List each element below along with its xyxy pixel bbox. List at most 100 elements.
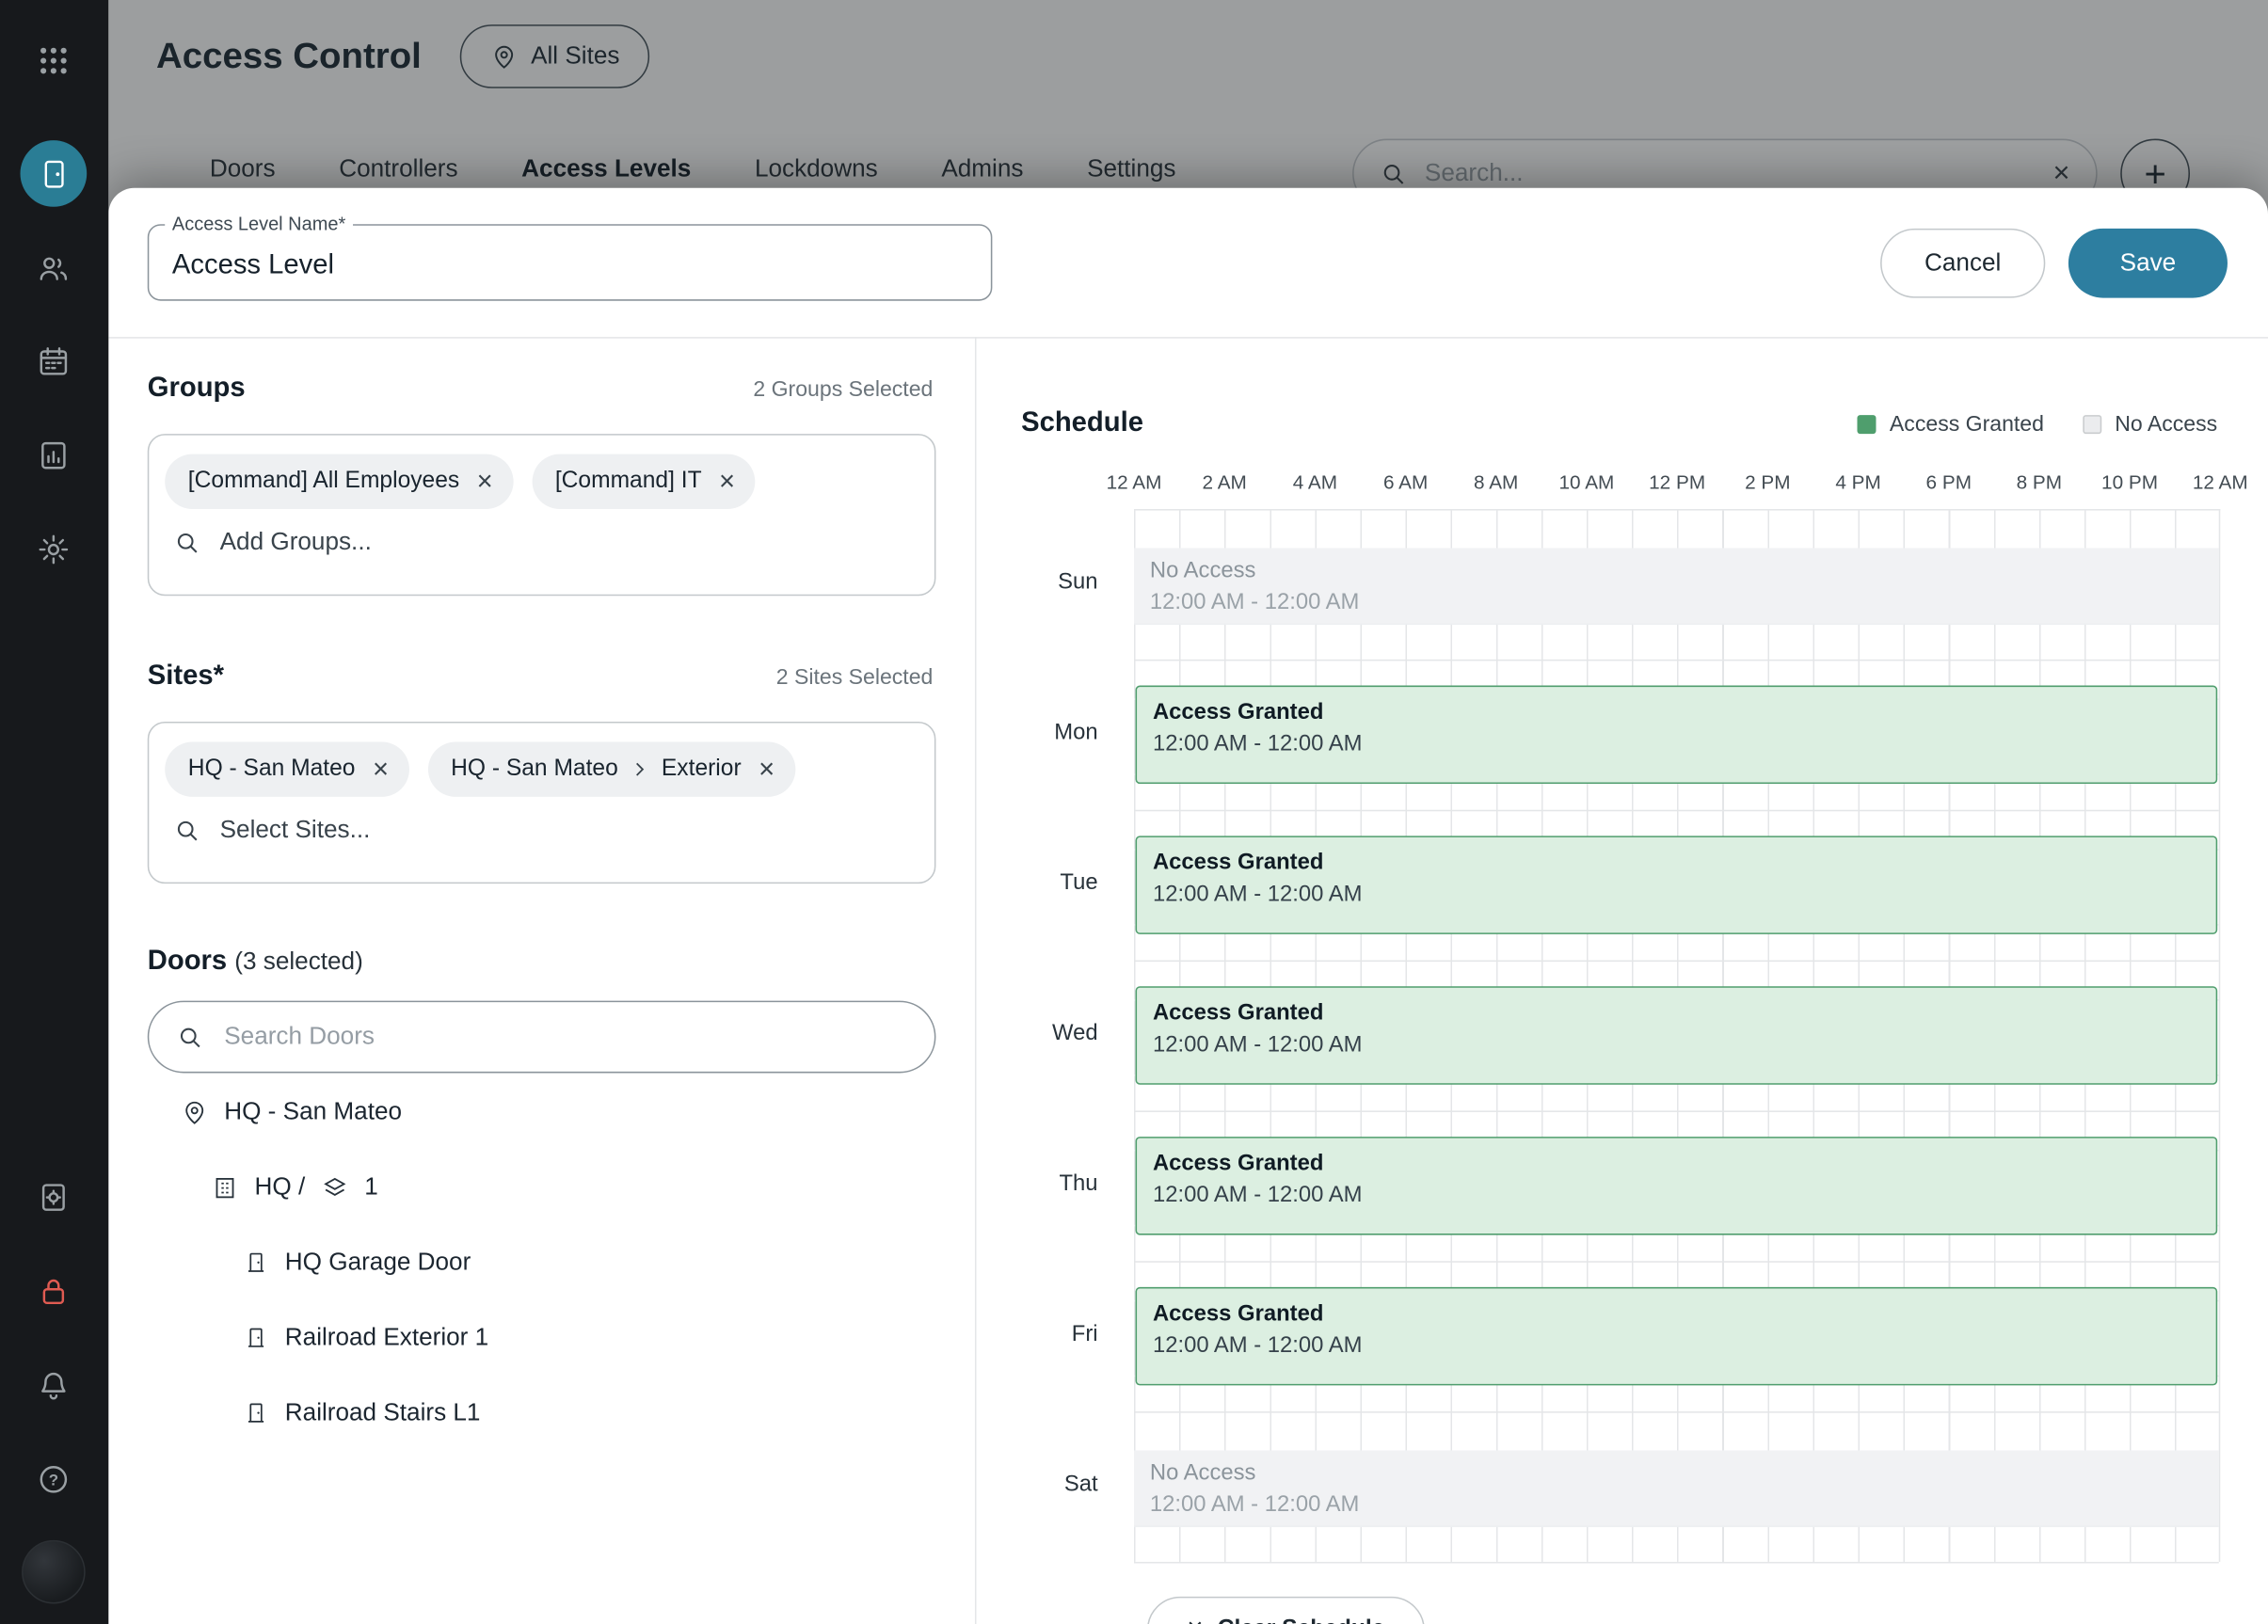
access-granted-band[interactable]: Access Granted 12:00 AM - 12:00 AM xyxy=(1136,686,2218,785)
clear-icon: × xyxy=(1187,1614,1203,1624)
access-level-name-input[interactable] xyxy=(149,226,991,299)
settings-gear-icon[interactable] xyxy=(22,517,86,581)
band-status: Access Granted xyxy=(1153,1001,2216,1027)
chevron-right-icon xyxy=(630,759,650,780)
day-label: Mon xyxy=(967,720,1097,749)
no-access-band[interactable]: No Access 12:00 AM - 12:00 AM xyxy=(1134,1451,2219,1526)
group-chip: [Command] IT × xyxy=(532,454,755,509)
schedule-row-sun[interactable]: No Access 12:00 AM - 12:00 AM xyxy=(1134,511,2219,661)
band-status: Access Granted xyxy=(1153,700,2216,726)
access-control-icon[interactable] xyxy=(21,140,88,207)
remove-group-icon[interactable]: × xyxy=(471,468,499,495)
clear-schedule-button[interactable]: × Clear Schedule xyxy=(1147,1597,1425,1624)
location-pin-icon xyxy=(181,1098,208,1125)
calendar-icon[interactable] xyxy=(22,329,86,393)
lockdown-icon[interactable] xyxy=(22,1260,86,1324)
account-avatar[interactable] xyxy=(22,1540,86,1604)
door-tree-item[interactable]: HQ Garage Door xyxy=(243,1238,471,1287)
no-access-legend-swatch xyxy=(2083,415,2101,434)
group-chip-label: [Command] IT xyxy=(555,469,702,495)
door-tree-site[interactable]: HQ - San Mateo xyxy=(181,1088,402,1137)
clear-schedule-label: Clear Schedule xyxy=(1218,1616,1385,1624)
day-label: Wed xyxy=(967,1021,1097,1050)
schedule-row-thu[interactable]: Access Granted 12:00 AM - 12:00 AM xyxy=(1134,1112,2219,1263)
door-tree-building[interactable]: HQ / 1 xyxy=(211,1163,377,1212)
door-label: Railroad Exterior 1 xyxy=(285,1323,488,1352)
band-time: 12:00 AM - 12:00 AM xyxy=(1150,1492,2219,1519)
band-status: No Access xyxy=(1150,1460,2219,1487)
reports-icon[interactable] xyxy=(22,423,86,487)
door-icon xyxy=(243,1250,269,1276)
apps-grid-icon[interactable] xyxy=(22,29,86,93)
door-label: Railroad Stairs L1 xyxy=(285,1398,481,1427)
door-search-field xyxy=(148,1001,936,1074)
remove-site-icon[interactable]: × xyxy=(753,756,780,783)
band-status: Access Granted xyxy=(1153,851,2216,877)
search-icon xyxy=(177,1023,204,1050)
band-time: 12:00 AM - 12:00 AM xyxy=(1150,590,2219,616)
schedule-row-sat[interactable]: No Access 12:00 AM - 12:00 AM xyxy=(1134,1413,2219,1564)
people-icon[interactable] xyxy=(22,237,86,301)
no-access-legend-label: No Access xyxy=(2115,412,2217,437)
notifications-bell-icon[interactable] xyxy=(22,1354,86,1418)
select-sites-field[interactable]: Select Sites... xyxy=(165,816,918,845)
access-granted-legend-swatch xyxy=(1858,415,1877,434)
groups-selected-count: 2 Groups Selected xyxy=(753,377,933,402)
sites-title: Sites* xyxy=(148,661,224,693)
cancel-button[interactable]: Cancel xyxy=(1880,229,2045,298)
door-label: HQ Garage Door xyxy=(285,1248,471,1277)
access-granted-legend-label: Access Granted xyxy=(1890,412,2044,437)
schedule-legend: Access Granted No Access xyxy=(1858,412,2217,437)
door-tree-item[interactable]: Railroad Exterior 1 xyxy=(243,1314,488,1362)
sites-selected-count: 2 Sites Selected xyxy=(776,665,934,690)
groups-title: Groups xyxy=(148,374,246,406)
site-chip-sublabel: Exterior xyxy=(662,756,742,783)
access-granted-band[interactable]: Access Granted 12:00 AM - 12:00 AM xyxy=(1136,1287,2218,1386)
band-status: No Access xyxy=(1150,558,2219,584)
add-groups-field[interactable]: Add Groups... xyxy=(165,528,918,557)
day-label: Thu xyxy=(967,1171,1097,1201)
svg-text:?: ? xyxy=(49,1471,58,1489)
schedule-row-tue[interactable]: Access Granted 12:00 AM - 12:00 AM xyxy=(1134,811,2219,962)
schedule-title: Schedule xyxy=(1021,407,1143,439)
band-time: 12:00 AM - 12:00 AM xyxy=(1153,1032,2216,1059)
door-tree-item[interactable]: Railroad Stairs L1 xyxy=(243,1389,480,1438)
band-status: Access Granted xyxy=(1153,1301,2216,1328)
band-time: 12:00 AM - 12:00 AM xyxy=(1153,1333,2216,1360)
device-settings-icon[interactable] xyxy=(22,1166,86,1230)
access-level-name-label: Access Level Name* xyxy=(165,213,353,234)
sites-section-header: Sites* 2 Sites Selected xyxy=(148,661,934,693)
door-icon xyxy=(243,1325,269,1351)
access-granted-band[interactable]: Access Granted 12:00 AM - 12:00 AM xyxy=(1136,986,2218,1085)
building-icon xyxy=(211,1173,238,1201)
band-time: 12:00 AM - 12:00 AM xyxy=(1153,1183,2216,1209)
remove-group-icon[interactable]: × xyxy=(713,468,741,495)
save-button[interactable]: Save xyxy=(2068,229,2228,298)
schedule-grid[interactable]: No Access 12:00 AM - 12:00 AM Access Gra… xyxy=(1134,509,2220,1562)
access-level-editor-modal: Access Level Name* Cancel Save Groups 2 … xyxy=(108,188,2268,1624)
header-divider xyxy=(108,337,2268,339)
group-chip-label: [Command] All Employees xyxy=(188,469,459,495)
schedule-row-mon[interactable]: Access Granted 12:00 AM - 12:00 AM xyxy=(1134,661,2219,811)
access-granted-band[interactable]: Access Granted 12:00 AM - 12:00 AM xyxy=(1136,1137,2218,1235)
help-icon[interactable]: ? xyxy=(22,1448,86,1512)
band-time: 12:00 AM - 12:00 AM xyxy=(1153,883,2216,909)
schedule-row-fri[interactable]: Access Granted 12:00 AM - 12:00 AM xyxy=(1134,1263,2219,1413)
access-granted-band[interactable]: Access Granted 12:00 AM - 12:00 AM xyxy=(1136,836,2218,934)
floor-layers-icon xyxy=(321,1173,348,1201)
door-search-input[interactable] xyxy=(224,1023,906,1052)
groups-picker: [Command] All Employees × [Command] IT ×… xyxy=(148,434,936,596)
select-sites-placeholder: Select Sites... xyxy=(220,816,371,845)
doors-title: Doors xyxy=(148,946,227,976)
band-status: Access Granted xyxy=(1153,1151,2216,1177)
no-access-band[interactable]: No Access 12:00 AM - 12:00 AM xyxy=(1134,549,2219,624)
search-icon xyxy=(173,817,200,844)
groups-chip-row: [Command] All Employees × [Command] IT × xyxy=(165,454,918,509)
access-level-name-field: Access Level Name* xyxy=(148,224,993,300)
site-chip: HQ - San Mateo Exterior × xyxy=(428,741,795,796)
remove-site-icon[interactable]: × xyxy=(367,756,394,783)
app-sidebar: ? xyxy=(0,0,108,1624)
groups-section-header: Groups 2 Groups Selected xyxy=(148,374,934,406)
tree-building-label: HQ / xyxy=(255,1172,306,1202)
schedule-row-wed[interactable]: Access Granted 12:00 AM - 12:00 AM xyxy=(1134,962,2219,1112)
